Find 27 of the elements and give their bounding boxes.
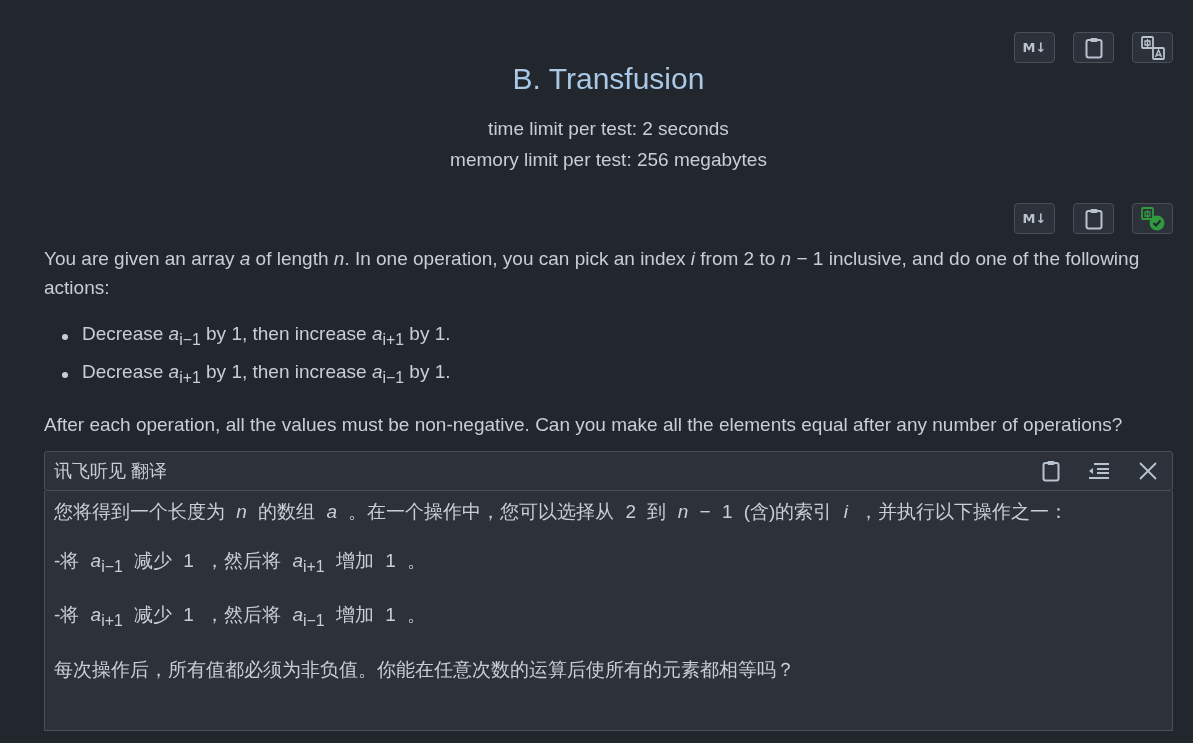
limit-text: memory limit per test: 256 megabytes (449, 148, 768, 172)
close-icon[interactable] (1138, 460, 1158, 481)
translation-paragraph: -将 a$_{i−1}$ 减少 1 ，然后将 a$_{i+1}$ 增加 1 。 (54, 548, 427, 577)
translate-button[interactable] (1132, 32, 1173, 63)
translation-paragraph: 每次操作后，所有值都必须为非负值。你能在任意次数的运算后使所有的元素都相等吗？ (54, 658, 796, 683)
translation-title: 讯飞听见 翻译 (54, 459, 167, 483)
translation-paragraph: 您将得到一个长度为 n 的数组 a 。在一个操作中，您可以选择从 2 到 n − 1 (含)的索引 i ，并执行以下操作之一： (54, 499, 1070, 524)
bullet-icon (62, 371, 68, 378)
translate-button[interactable] (1132, 203, 1173, 234)
copy-button[interactable] (1073, 32, 1114, 63)
clipboard-icon (1084, 207, 1103, 230)
markdown-button[interactable]: M↓ (1014, 32, 1055, 63)
markdown-button[interactable]: M↓ (1014, 203, 1055, 234)
problem-title: B. Transfusion (511, 61, 706, 97)
indent-icon[interactable] (1088, 462, 1110, 479)
list-item-text: Decrease a$_{i+1}$ by 1, then increase a$_{i−1}$ by 1. (82, 359, 451, 388)
copy-button[interactable] (1073, 203, 1114, 234)
list-item-text: Decrease a$_{i−1}$ by 1, then increase a$_{i+1}$ by 1. (82, 322, 451, 350)
clipboard-icon[interactable] (1042, 459, 1060, 482)
translation-paragraph: -将 a$_{i+1}$ 减少 1 ，然后将 a$_{i−1}$ 增加 1 。 (54, 603, 427, 632)
statement-paragraph: You are given an array a of length n. In one operation, you can pick an index i from 2 to n − 1 inclusive, and do one of the following actions: (44, 247, 1141, 300)
bullet-icon (62, 333, 68, 340)
statement-paragraph: After each operation, all the values must be non-negative. Can you make all the elements equal after any number of operations? (44, 412, 1124, 437)
limit-text: time limit per test: 2 seconds (487, 117, 730, 141)
translate-icon (1140, 206, 1165, 231)
clipboard-icon (1084, 36, 1103, 59)
translate-icon (1140, 35, 1165, 60)
